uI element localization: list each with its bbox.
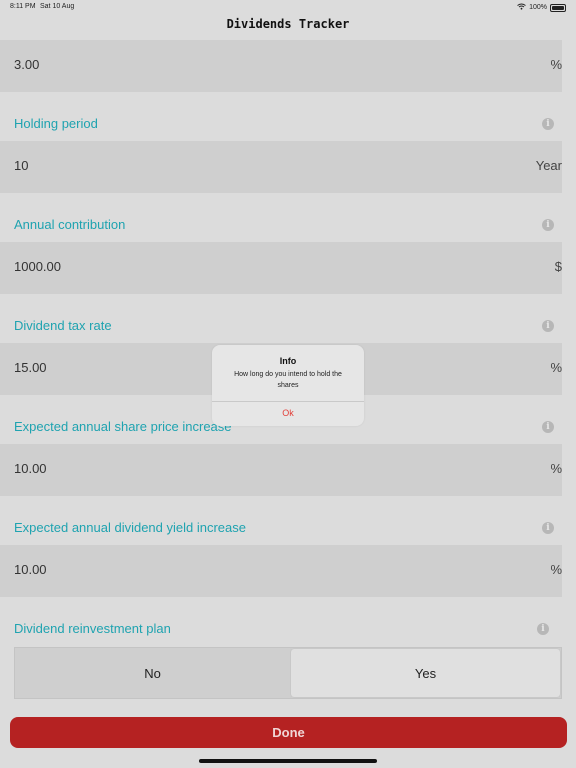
info-icon[interactable]: i	[542, 522, 554, 534]
dividend-tax-rate-value: 15.00	[14, 360, 47, 375]
battery-percent: 100%	[529, 4, 547, 11]
first-field-value: 3.00	[14, 57, 40, 72]
status-date: Sat 10 Aug	[40, 3, 75, 10]
alert-title: Info	[279, 356, 297, 366]
dividend-yield-increase-unit: %	[550, 562, 562, 577]
share-price-increase-field[interactable]: 10.00 %	[0, 444, 562, 496]
info-icon[interactable]: i	[542, 219, 554, 231]
home-indicator[interactable]	[199, 759, 377, 763]
segment-yes[interactable]: Yes	[291, 649, 560, 697]
share-price-increase-label: Expected annual share price increase	[14, 419, 232, 434]
status-bar: 8:11 PM Sat 10 Aug 100%	[0, 0, 576, 14]
status-right: 100%	[517, 3, 566, 12]
page-title: Dividends Tracker	[226, 17, 350, 31]
info-icon[interactable]: i	[537, 623, 549, 635]
segment-no[interactable]: No	[15, 648, 290, 698]
info-icon[interactable]: i	[542, 421, 554, 433]
done-button[interactable]: Done	[10, 717, 567, 748]
info-icon[interactable]: i	[542, 118, 554, 130]
annual-contribution-unit: $	[554, 259, 562, 274]
dividend-yield-increase-value: 10.00	[14, 562, 47, 577]
alert-message: How long do you intend to hold the share…	[234, 371, 342, 389]
alert-ok-button[interactable]: Ok	[212, 408, 364, 418]
share-price-increase-unit: %	[550, 461, 562, 476]
holding-period-value: 10	[14, 158, 29, 173]
battery-icon	[550, 3, 566, 12]
holding-period-field[interactable]: 10 Year	[0, 141, 562, 193]
wifi-icon	[517, 3, 526, 12]
dividend-tax-rate-unit: %	[550, 360, 562, 375]
first-field[interactable]: 3.00 %	[0, 40, 562, 92]
info-alert: Info How long do you intend to hold the …	[212, 345, 364, 426]
holding-period-unit: Year	[535, 158, 562, 173]
dividend-tax-rate-label: Dividend tax rate	[14, 318, 112, 333]
dividend-yield-increase-label: Expected annual dividend yield increase	[14, 520, 246, 535]
reinvestment-label: Dividend reinvestment plan	[14, 621, 171, 636]
annual-contribution-label: Annual contribution	[14, 217, 126, 232]
holding-period-label: Holding period	[14, 116, 98, 131]
info-icon[interactable]: i	[542, 320, 554, 332]
first-field-unit: %	[550, 57, 562, 72]
dividend-yield-increase-field[interactable]: 10.00 %	[0, 545, 562, 597]
annual-contribution-field[interactable]: 1000.00 $	[0, 242, 562, 294]
reinvestment-segmented-control[interactable]: No Yes	[14, 647, 562, 699]
annual-contribution-value: 1000.00	[14, 259, 61, 274]
status-time: 8:11 PM	[10, 3, 36, 10]
alert-divider	[212, 401, 364, 402]
share-price-increase-value: 10.00	[14, 461, 47, 476]
